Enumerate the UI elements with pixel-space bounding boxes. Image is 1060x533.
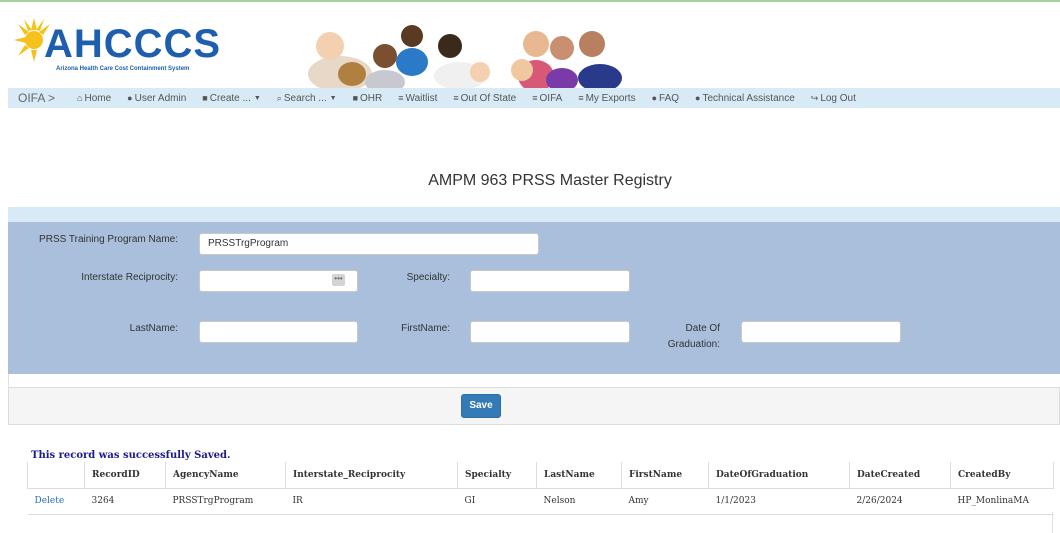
nav-out-of-state[interactable]: ≡ Out Of State	[445, 88, 524, 108]
lastname-input[interactable]	[199, 321, 358, 343]
nav-oifa-label: OIFA	[539, 92, 563, 104]
column-header-datecreated[interactable]: DateCreated	[849, 462, 951, 489]
list-icon: ≡	[532, 93, 538, 103]
nav-ohr-label: OHR	[360, 92, 383, 104]
nav-user-admin[interactable]: ● User Admin	[119, 88, 194, 108]
column-header-createdby[interactable]: CreatedBy	[950, 462, 1054, 489]
question-icon: ●	[695, 93, 701, 103]
results-table: RecordID AgencyName Interstate_Reciproci…	[27, 462, 1054, 515]
cell-firstname: Amy	[621, 487, 709, 515]
form-panel-header	[8, 207, 1060, 222]
nav-faq-label: FAQ	[659, 92, 680, 104]
cell-dateofgraduation: 1/1/2023	[708, 487, 850, 515]
form-footer	[8, 387, 1060, 425]
training-program-input[interactable]: PRSSTrgProgram	[199, 233, 539, 255]
cell-specialty: GI	[457, 487, 537, 515]
delete-link[interactable]: Delete	[27, 487, 85, 515]
nav-waitlist[interactable]: ≡ Waitlist	[390, 88, 445, 108]
question-icon: ●	[651, 93, 658, 103]
page-title: AMPM 963 PRSS Master Registry	[428, 172, 672, 189]
list-icon: ≡	[453, 93, 459, 103]
nav-log-out[interactable]: ↪ Log Out	[803, 88, 864, 108]
graduation-label-line1: Date Of	[685, 323, 720, 334]
nav-technical-assistance[interactable]: ● Technical Assistance	[687, 88, 803, 108]
nav-log-out-label: Log Out	[820, 92, 856, 104]
main-nav: OIFA > ⌂ Home ● User Admin ■ Create ... …	[8, 88, 1060, 108]
logo-tagline: Arizona Health Care Cost Containment Sys…	[56, 66, 190, 72]
save-button[interactable]: Save	[461, 394, 501, 418]
list-icon: ≡	[398, 93, 404, 103]
list-icon: ≡	[578, 93, 584, 103]
file-icon: ■	[202, 93, 208, 103]
specialty-input[interactable]	[470, 270, 630, 292]
graduation-label-line2: Graduation:	[667, 339, 720, 350]
cell-datecreated: 2/26/2024	[849, 487, 951, 515]
cell-agencyname: PRSSTrgProgram	[165, 487, 286, 515]
nav-my-exports-label: My Exports	[585, 92, 636, 104]
firstname-input[interactable]	[470, 321, 630, 343]
nav-search-label: Search ...	[283, 92, 327, 104]
family-banner-image	[300, 16, 625, 90]
nav-create-label: Create ...	[209, 92, 251, 104]
scrollbar-edge	[1052, 512, 1060, 533]
reciprocity-label: Interstate Reciprocity:	[81, 272, 178, 283]
caret-down-icon: ▼	[253, 94, 261, 102]
training-program-label: PRSS Training Program Name:	[39, 234, 178, 245]
table-header-row: RecordID AgencyName Interstate_Reciproci…	[27, 462, 1054, 489]
cell-createdby: HP_MonlinaMA	[950, 487, 1054, 515]
graduation-date-input[interactable]	[741, 321, 901, 343]
nav-home-label: Home	[84, 92, 112, 104]
table-row: Delete 3264 PRSSTrgProgram IR GI Nelson …	[27, 487, 1054, 515]
lastname-label: LastName:	[129, 323, 178, 334]
specialty-label: Specialty:	[406, 272, 450, 283]
logo-wordmark: AHCCCS	[44, 22, 222, 66]
nav-my-exports[interactable]: ≡ My Exports	[570, 88, 643, 108]
file-icon: ■	[352, 93, 359, 103]
nav-oifa[interactable]: ≡ OIFA	[524, 88, 570, 108]
column-header-interstate-reciprocity[interactable]: Interstate_Reciprocity	[285, 462, 458, 489]
ahcccs-logo[interactable]: AHCCCS Arizona Health Care Cost Containm…	[14, 16, 220, 78]
nav-faq[interactable]: ● FAQ	[644, 88, 687, 108]
column-header-specialty[interactable]: Specialty	[457, 462, 537, 489]
cell-lastname: Nelson	[536, 487, 622, 515]
column-header-action	[27, 462, 85, 489]
graduation-label: Date Of Graduation:	[640, 321, 720, 353]
cell-recordid: 3264	[84, 487, 166, 515]
nav-technical-assistance-label: Technical Assistance	[702, 92, 795, 104]
column-header-lastname[interactable]: LastName	[536, 462, 622, 489]
nav-home[interactable]: ⌂ Home	[69, 88, 119, 108]
user-icon: ●	[127, 93, 133, 103]
firstname-label: FirstName:	[401, 323, 450, 334]
nav-create-dropdown[interactable]: ■ Create ... ▼	[194, 88, 269, 108]
nav-waitlist-label: Waitlist	[405, 92, 438, 104]
nav-ohr[interactable]: ■ OHR	[345, 88, 391, 108]
nav-user-admin-label: User Admin	[134, 92, 187, 104]
nav-out-of-state-label: Out Of State	[460, 92, 517, 104]
nav-breadcrumb-oifa[interactable]: OIFA >	[8, 88, 69, 108]
home-icon: ⌂	[77, 93, 83, 103]
column-header-firstname[interactable]: FirstName	[621, 462, 709, 489]
column-header-dateofgraduation[interactable]: DateOfGraduation	[708, 462, 850, 489]
logout-icon: ↪	[810, 92, 819, 103]
form-separator	[8, 374, 1060, 387]
header: AHCCCS Arizona Health Care Cost Containm…	[0, 0, 1060, 90]
success-message: This record was successfully Saved.	[31, 450, 231, 461]
column-header-recordid[interactable]: RecordID	[84, 462, 166, 489]
nav-search-dropdown[interactable]: ⌕ Search ... ▼	[269, 88, 345, 108]
column-header-agencyname[interactable]: AgencyName	[165, 462, 286, 489]
cell-interstate-reciprocity: IR	[285, 487, 458, 515]
caret-down-icon: ▼	[329, 94, 337, 102]
ellipsis-picker-icon[interactable]: •••	[332, 274, 345, 286]
search-icon: ⌕	[276, 92, 282, 103]
